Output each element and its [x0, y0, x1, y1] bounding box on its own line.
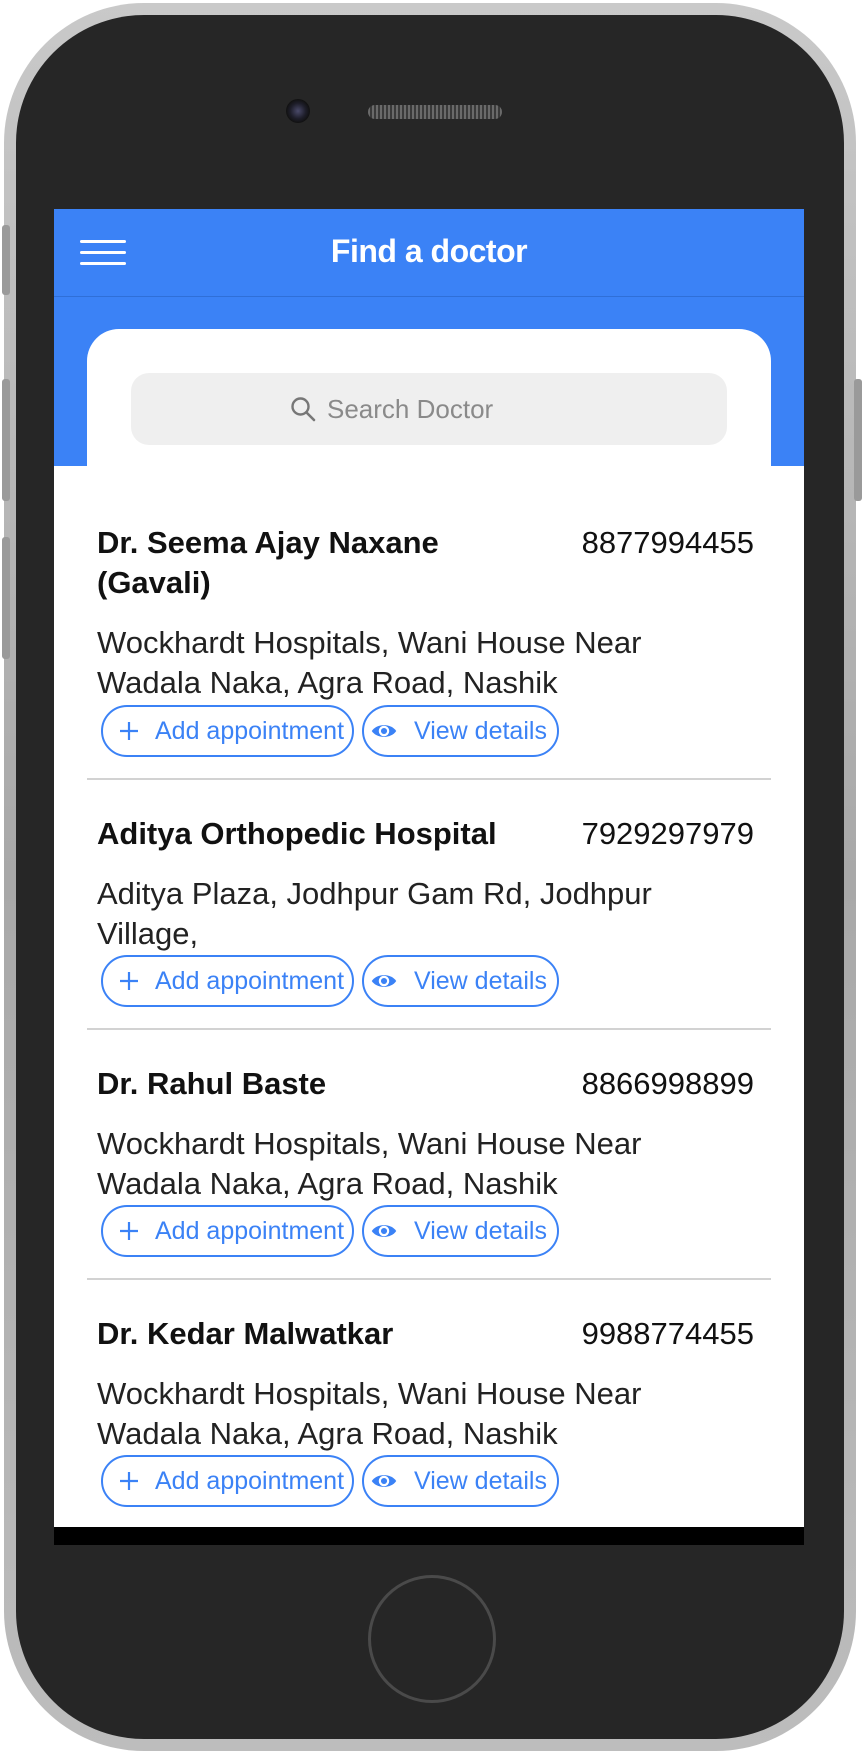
add-appointment-label: Add appointment — [155, 717, 345, 745]
eye-icon — [371, 975, 397, 987]
doctor-name: Dr. Rahul Baste — [97, 1066, 327, 1101]
screen-bottom-bar — [54, 1527, 804, 1545]
add-appointment-button[interactable]: Add appointment — [101, 1205, 354, 1257]
view-details-button[interactable]: View details — [362, 1205, 559, 1257]
eye-icon — [371, 1475, 397, 1487]
plus-icon — [120, 722, 138, 740]
doctor-phone: 7929297979 — [581, 816, 754, 851]
search-placeholder: Search Doctor — [327, 394, 494, 424]
doctor-name: Aditya Orthopedic Hospital — [97, 816, 497, 851]
front-camera — [286, 99, 310, 123]
doctor-phone: 8877994455 — [581, 525, 754, 560]
volume-up-button — [2, 379, 10, 501]
add-appointment-button[interactable]: Add appointment — [101, 955, 354, 1007]
doctor-phone: 9988774455 — [581, 1316, 754, 1351]
view-details-label: View details — [414, 717, 547, 745]
add-appointment-label: Add appointment — [155, 1467, 345, 1495]
doctor-address: Wockhardt Hospitals, Wani House Near Wad… — [97, 625, 642, 700]
eye-icon — [371, 1225, 397, 1237]
view-details-button[interactable]: View details — [362, 705, 559, 757]
doctor-card: Aditya Orthopedic Hospital 7929297979 Ad… — [87, 780, 771, 1030]
volume-down-button — [2, 537, 10, 659]
doctor-card: Dr. Seema Ajay Naxane (Gavali) 887799445… — [87, 489, 771, 780]
plus-icon — [120, 1472, 138, 1490]
home-button[interactable] — [368, 1575, 496, 1703]
app-screen: Find a doctor Search Doctor Dr. Seema Aj… — [54, 209, 804, 1545]
plus-icon — [120, 1222, 138, 1240]
app-header: Find a doctor — [54, 209, 804, 297]
doctor-address: Aditya Plaza, Jodhpur Gam Rd, Jodhpur Vi… — [97, 876, 652, 951]
doctor-list: Dr. Seema Ajay Naxane (Gavali) 887799445… — [54, 489, 804, 1530]
doctor-card: Dr. Kedar Malwatkar 9988774455 Wockhardt… — [87, 1280, 771, 1530]
doctor-address: Wockhardt Hospitals, Wani House Near Wad… — [97, 1126, 642, 1201]
search-icon — [291, 397, 316, 422]
add-appointment-button[interactable]: Add appointment — [101, 1455, 354, 1507]
doctor-name: Dr. Kedar Malwatkar — [97, 1316, 394, 1351]
earpiece-speaker — [368, 105, 502, 119]
search-card: Search Doctor — [87, 329, 771, 489]
doctor-card: Dr. Rahul Baste 8866998899 Wockhardt Hos… — [87, 1030, 771, 1280]
doctor-phone: 8866998899 — [581, 1066, 754, 1101]
search-input[interactable]: Search Doctor — [131, 373, 727, 445]
add-appointment-button[interactable]: Add appointment — [101, 705, 354, 757]
plus-icon — [120, 972, 138, 990]
add-appointment-label: Add appointment — [155, 1217, 345, 1245]
view-details-button[interactable]: View details — [362, 955, 559, 1007]
power-button — [854, 379, 862, 501]
mute-switch — [2, 225, 10, 295]
view-details-button[interactable]: View details — [362, 1455, 559, 1507]
view-details-label: View details — [414, 1467, 547, 1495]
page-title: Find a doctor — [330, 233, 528, 269]
view-details-label: View details — [414, 1217, 547, 1245]
add-appointment-label: Add appointment — [155, 967, 345, 995]
doctor-name: Dr. Seema Ajay Naxane (Gavali) — [97, 525, 439, 600]
view-details-label: View details — [414, 967, 547, 995]
doctor-address: Wockhardt Hospitals, Wani House Near Wad… — [97, 1376, 642, 1451]
eye-icon — [371, 725, 397, 737]
